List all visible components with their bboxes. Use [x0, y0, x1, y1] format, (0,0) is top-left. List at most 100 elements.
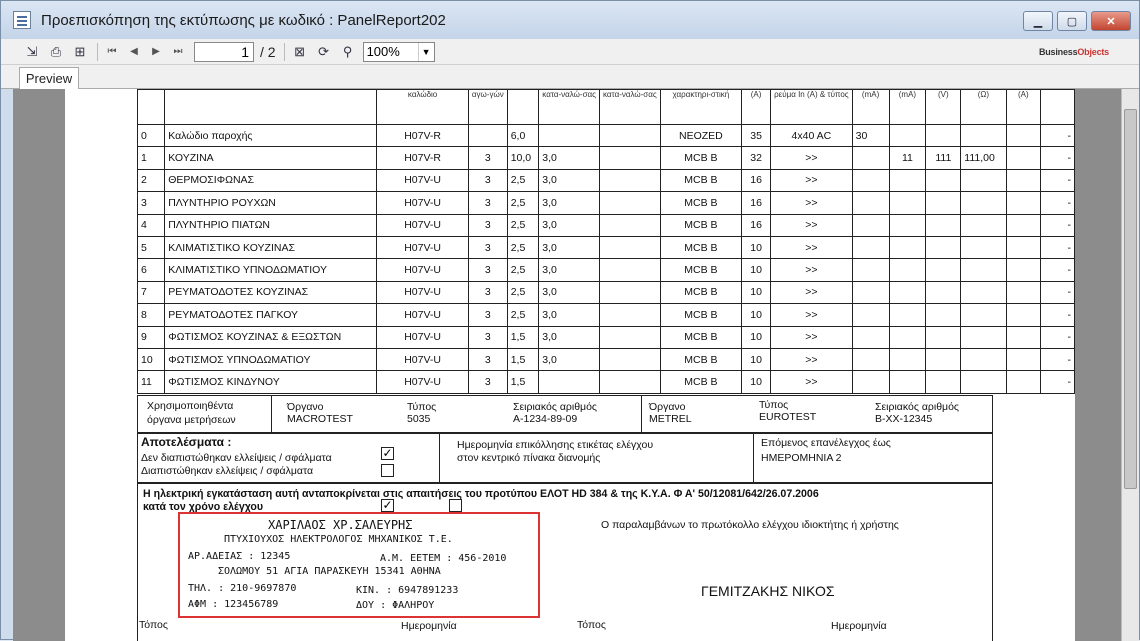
table-cell: 3 — [467, 258, 508, 282]
table-cell: MCB B — [659, 370, 743, 394]
table-cell — [1005, 146, 1042, 170]
table-cell: - — [1040, 168, 1075, 193]
table-cell: - — [1040, 258, 1075, 282]
table-cell — [1005, 347, 1042, 372]
stamp-license: ΑΡ.ΑΔΕΙΑΣ : 12345 — [188, 551, 291, 562]
table-row: 7 ΡΕΥΜΑΤΟΔΟΤΕΣ ΚΟΥΖΙΝΑΣ H07V-U 3 2,5 3,0 MCB B… — [136, 280, 1075, 305]
table-cell: 3 — [467, 303, 508, 327]
table-cell — [851, 235, 890, 260]
table-cell: >> — [770, 213, 853, 237]
window-controls: ▁ ▢ ✕ — [1023, 11, 1131, 31]
table-cell — [599, 347, 661, 372]
page-number-input[interactable]: 1 — [194, 41, 254, 62]
search-icon[interactable]: ⚲ — [339, 43, 357, 61]
zoom-value: 100% — [366, 44, 400, 59]
table-cell — [1005, 235, 1042, 260]
table-cell — [925, 280, 962, 305]
compliance-yes-checkbox[interactable]: ✓ — [381, 499, 394, 512]
table-cell: 3,0 — [538, 325, 600, 349]
stamp-name: ΧΑΡΙΛΑΟΣ ΧΡ.ΣΑΛΕΥΡΗΣ — [268, 518, 413, 532]
table-cell: 3,0 — [538, 258, 600, 282]
inst2-typos-label: Τύπος — [759, 399, 789, 411]
report-page: καλώδιο αγω-γών κατα-ναλώ-σας κατα-ναλώ-σας… — [65, 89, 1075, 641]
prev-page-icon[interactable]: ◀ — [126, 44, 142, 60]
print-icon[interactable]: ⎙ — [47, 43, 65, 61]
table-cell — [888, 191, 927, 215]
table-cell — [960, 347, 1007, 372]
tree-icon[interactable]: ⊞ — [71, 43, 89, 61]
table-cell — [960, 303, 1007, 327]
table-cell: 3 — [467, 347, 508, 372]
table-cell — [925, 191, 962, 215]
table-cell — [599, 168, 661, 193]
brand-post: Objects — [1077, 47, 1109, 57]
table-cell: 3 — [467, 146, 508, 170]
table-cell — [851, 258, 890, 282]
inst1-serial-label: Σειριακός αριθμός — [513, 401, 597, 413]
stamp-doy: ΔΟΥ : ΦΑΛΗΡΟΥ — [356, 600, 435, 611]
inst1-serial: A-1234-89-09 — [513, 413, 578, 425]
tab-preview[interactable]: Preview — [19, 67, 79, 89]
zoom-select[interactable]: 100% ▼ — [362, 41, 435, 62]
table-cell: - — [1040, 370, 1075, 394]
table-cell: 3 — [467, 325, 508, 349]
chevron-down-icon[interactable]: ▼ — [417, 42, 434, 61]
table-cell: 3 — [467, 370, 508, 394]
page-total: / 2 — [260, 43, 276, 60]
close-button[interactable]: ✕ — [1091, 11, 1131, 31]
maximize-button[interactable]: ▢ — [1057, 11, 1087, 31]
table-cell: 3,0 — [538, 213, 600, 237]
table-cell: 30 — [851, 123, 890, 148]
inst1-typos: 5035 — [407, 413, 431, 425]
next-page-icon[interactable]: ▶ — [148, 44, 164, 60]
table-cell — [164, 89, 378, 125]
table-cell — [925, 235, 962, 260]
table-cell — [888, 258, 927, 282]
stop-icon[interactable]: ⊠ — [291, 43, 309, 61]
table-cell — [960, 258, 1007, 282]
table-cell: ΦΩΤΙΣΜΟΣ ΚΙΝΔΥΝΟΥ — [164, 370, 378, 394]
table-cell: MCB B — [659, 213, 743, 237]
table-cell: MCB B — [659, 303, 743, 327]
table-cell: - — [1040, 123, 1075, 148]
compliance-no-checkbox[interactable] — [449, 499, 462, 512]
table-cell — [888, 280, 927, 305]
refresh-icon[interactable]: ⟳ — [315, 43, 333, 61]
toolbar: ⇲ ⎙ ⊞ ⏮ ◀ ▶ ⏭ 1 / 2 ⊠ ⟳ ⚲ 100% ▼ Busines… — [1, 39, 1139, 65]
table-cell: 16 — [741, 213, 772, 237]
inst1-organo: MACROTEST — [287, 413, 353, 425]
table-cell — [960, 370, 1007, 394]
results-title: Αποτελέσματα : — [141, 435, 232, 449]
table-cell: 111,00 — [960, 146, 1007, 170]
table-cell: 11 — [136, 370, 166, 394]
table-cell — [1005, 123, 1042, 148]
table-cell: 1,5 — [506, 370, 540, 394]
table-cell — [136, 89, 166, 125]
table-cell: MCB B — [659, 235, 743, 260]
table-cell — [599, 258, 661, 282]
export-icon[interactable]: ⇲ — [23, 43, 41, 61]
vertical-scrollbar[interactable] — [1121, 89, 1139, 641]
table-cell: NEOZED — [659, 123, 743, 148]
inst2-organo: METREL — [649, 413, 692, 425]
results-divider — [753, 433, 754, 483]
minimize-button[interactable]: ▁ — [1023, 11, 1053, 31]
table-cell: MCB B — [659, 168, 743, 193]
first-page-icon[interactable]: ⏮ — [104, 44, 120, 60]
window-title: Προεπισκόπηση της εκτύπωσης με κωδικό : … — [41, 11, 446, 29]
table-cell — [925, 370, 962, 394]
table-cell: - — [1040, 303, 1075, 327]
table-cell: 3,0 — [538, 191, 600, 215]
table-cell: ΦΩΤΙΣΜΟΣ ΚΟΥΖΙΝΑΣ & ΕΞΩΣΤΩΝ — [164, 325, 378, 349]
scrollbar-thumb[interactable] — [1124, 109, 1137, 489]
engineer-stamp: ΧΑΡΙΛΑΟΣ ΧΡ.ΣΑΛΕΥΡΗΣ ΠΤΥΧΙΟΥΧΟΣ ΗΛΕΚΤΡΟΛ… — [178, 512, 540, 618]
table-cell: ΠΛΥΝΤΗΡΙΟ ΠΙΑΤΩΝ — [164, 213, 378, 237]
table-cell — [851, 347, 890, 372]
inst2-organo-label: Όργανο — [649, 401, 686, 413]
table-cell: ΡΕΥΜΑΤΟΔΟΤΕΣ ΚΟΥΖΙΝΑΣ — [164, 280, 378, 305]
table-cell — [888, 303, 927, 327]
no-faults-checkbox[interactable]: ✓ — [381, 447, 394, 460]
last-page-icon[interactable]: ⏭ — [170, 44, 186, 60]
faults-checkbox[interactable] — [381, 464, 394, 477]
no-faults-label: Δεν διαπιστώθηκαν ελλείψεις / σφάλματα — [141, 452, 332, 464]
